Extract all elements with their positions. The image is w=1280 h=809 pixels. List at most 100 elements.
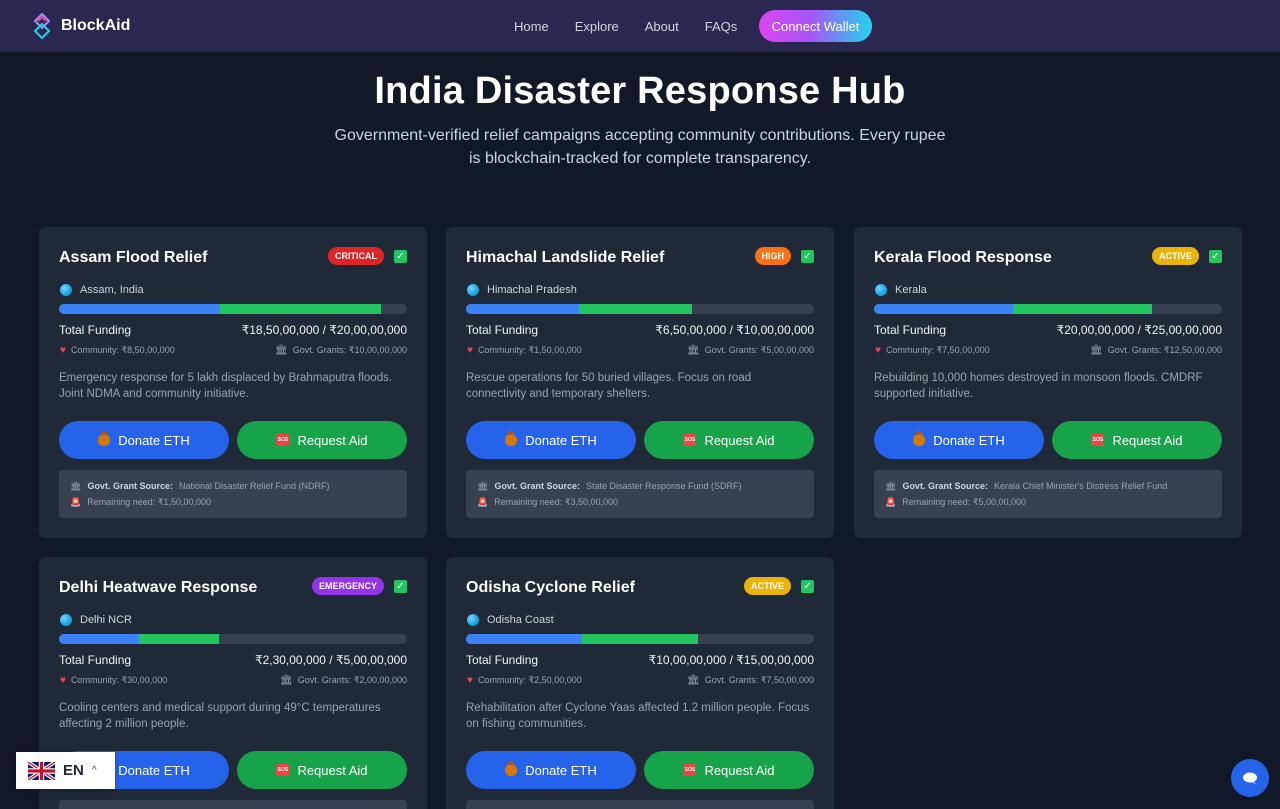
nav-link-explore[interactable]: Explore [575, 19, 619, 34]
campaign-description: Rehabilitation after Cyclone Yaas affect… [466, 702, 810, 730]
grant-info-box [466, 800, 814, 809]
alarm-icon: 🚨 [885, 496, 897, 507]
community-progress-fill [59, 634, 140, 644]
nav-link-home[interactable]: Home [514, 19, 549, 34]
request-aid-button[interactable]: SOS Request Aid [1052, 421, 1222, 459]
sos-icon: SOS [276, 434, 290, 446]
money-bag-icon [913, 431, 926, 446]
bank-icon: 🏛 [1090, 345, 1103, 356]
alarm-icon: 🚨 [477, 496, 489, 507]
verified-check-icon: ✓ [801, 250, 814, 263]
alarm-icon: 🚨 [70, 496, 82, 507]
community-amount: ♥ Community: ₹1,50,00,000 [467, 345, 582, 356]
campaign-card-kerala: Kerala Flood Response ACTIVE ✓ Kerala To… [854, 227, 1242, 538]
govt-amount: 🏛 Govt. Grants: ₹7,50,00,000 [687, 675, 814, 686]
grant-source-line: 🏛 Govt. Grant Source: Kerala Chief Ministe… [885, 478, 1222, 494]
aid-label: Request Aid [297, 432, 368, 448]
language-selector[interactable]: EN ^ [16, 752, 115, 789]
severity-badge: EMERGENCY [311, 577, 384, 595]
grant-source-value: State Disaster Response Fund (SDRF) [585, 481, 742, 491]
sos-icon: SOS [683, 764, 697, 776]
grant-info-box: 🏛 Govt. Grant Source: Kerala Chief Ministe… [874, 470, 1222, 518]
chat-button[interactable] [1231, 759, 1269, 797]
funding-progress-bar [466, 304, 814, 314]
bank-icon: 🏛 [280, 675, 293, 686]
nav-link-faqs[interactable]: FAQs [705, 19, 738, 34]
heart-icon: ♥ [875, 345, 881, 356]
verified-check-icon: ✓ [801, 580, 814, 593]
total-funding-label: Total Funding [466, 653, 539, 667]
request-aid-button[interactable]: SOS Request Aid [237, 751, 407, 789]
donate-eth-button[interactable]: Donate ETH [874, 421, 1044, 459]
money-bag-icon [98, 431, 111, 446]
govt-text: Govt. Grants: ₹7,50,00,000 [704, 675, 814, 685]
donate-eth-button[interactable]: Donate ETH [466, 421, 636, 459]
money-bag-icon [505, 431, 518, 446]
total-funding-value: ₹6,50,00,000 / ₹10,00,00,000 [655, 323, 814, 337]
page-title: India Disaster Response Hub [374, 70, 906, 112]
nav-link-about[interactable]: About [645, 19, 679, 34]
uk-flag-icon [28, 761, 55, 780]
bank-icon: 🏛 [687, 345, 700, 356]
location-text: Himachal Pradesh [487, 284, 577, 296]
heart-icon: ♥ [60, 675, 66, 686]
globe-icon [467, 284, 479, 296]
sos-icon: SOS [683, 434, 697, 446]
request-aid-button[interactable]: SOS Request Aid [237, 421, 407, 459]
severity-badge: ACTIVE [1151, 247, 1199, 265]
funding-progress-bar [59, 304, 407, 314]
total-funding-value: ₹20,00,00,000 / ₹25,00,00,000 [1056, 323, 1222, 337]
campaign-description: Rescue operations for 50 buried villages… [466, 372, 752, 400]
campaign-title: Himachal Landslide Relief [466, 249, 665, 266]
remaining-need-text: Remaining need: ₹3,50,00,000 [494, 496, 619, 507]
globe-icon [60, 614, 72, 626]
blockaid-logo-icon [33, 13, 51, 39]
donate-label: Donate ETH [525, 432, 597, 448]
campaign-description: Rebuilding 10,000 homes destroyed in mon… [874, 372, 1203, 400]
aid-label: Request Aid [704, 432, 775, 448]
verified-check-icon: ✓ [394, 580, 407, 593]
funding-progress-bar [874, 304, 1222, 314]
sos-icon: SOS [276, 764, 290, 776]
connect-wallet-button[interactable]: Connect Wallet [759, 10, 872, 42]
bank-icon: 🏛 [70, 480, 82, 491]
globe-icon [60, 284, 72, 296]
campaign-title: Kerala Flood Response [874, 249, 1052, 266]
request-aid-button[interactable]: SOS Request Aid [644, 421, 814, 459]
total-funding-value: ₹18,50,00,000 / ₹20,00,00,000 [241, 323, 407, 337]
community-amount: ♥ Community: ₹7,50,00,000 [875, 345, 990, 356]
campaign-location: Kerala [875, 284, 927, 296]
remaining-need-text: Remaining need: ₹1,50,00,000 [87, 496, 212, 507]
severity-badge: ACTIVE [743, 577, 791, 595]
govt-text: Govt. Grants: ₹5,00,00,000 [704, 345, 814, 355]
campaign-location: Odisha Coast [467, 614, 554, 626]
govt-amount: 🏛 Govt. Grants: ₹2,00,00,000 [280, 675, 407, 686]
community-text: Community: ₹8,50,00,000 [70, 345, 175, 355]
remaining-need-line: 🚨 Remaining need: ₹1,50,00,000 [70, 494, 407, 510]
grant-source-value: National Disaster Relief Fund (NDRF) [178, 481, 330, 491]
heart-icon: ♥ [60, 345, 66, 356]
community-progress-fill [466, 304, 580, 314]
location-text: Delhi NCR [80, 614, 132, 626]
campaign-title: Delhi Heatwave Response [59, 579, 258, 596]
donate-label: Donate ETH [933, 432, 1005, 448]
severity-badge: CRITICAL [328, 247, 384, 265]
community-progress-fill [466, 634, 582, 644]
donate-eth-button[interactable]: Donate ETH [59, 421, 229, 459]
grant-info-box: 🏛 Govt. Grant Source: State Disaster Respo… [466, 470, 814, 518]
verified-check-icon: ✓ [394, 250, 407, 263]
community-amount: ♥ Community: ₹8,50,00,000 [60, 345, 175, 356]
request-aid-button[interactable]: SOS Request Aid [644, 751, 814, 789]
total-funding-label: Total Funding [874, 323, 947, 337]
brand[interactable]: BlockAid [32, 13, 130, 39]
community-text: Community: ₹2,50,00,000 [477, 675, 582, 685]
donate-label: Donate ETH [118, 432, 190, 448]
donate-eth-button[interactable]: Donate ETH [466, 751, 636, 789]
grant-source-value: Kerala Chief Minister's Distress Relief … [993, 481, 1168, 491]
nav-links: Home Explore About FAQs [514, 0, 763, 52]
campaign-title: Odisha Cyclone Relief [466, 579, 635, 596]
govt-text: Govt. Grants: ₹10,00,00,000 [292, 345, 407, 355]
grant-source-line: 🏛 Govt. Grant Source: National Disaster Re… [70, 478, 407, 494]
community-amount: ♥ Community: ₹30,00,000 [60, 675, 167, 686]
chat-bubble-icon [1243, 772, 1257, 784]
